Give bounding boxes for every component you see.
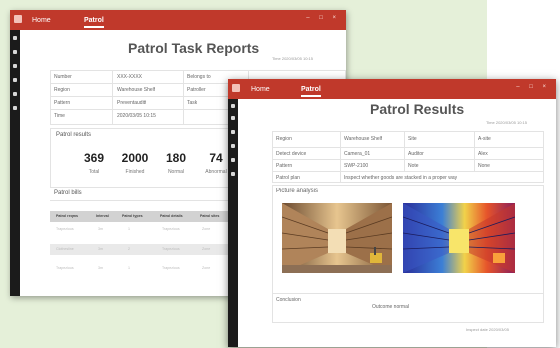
region-value: Warehouse Shelf [344,136,383,142]
row-cell: Trapezious [56,227,74,231]
report-icon[interactable] [231,144,235,148]
col-interval[interactable]: Interval [96,214,109,218]
user-icon[interactable] [13,50,17,54]
chart-icon[interactable] [13,92,17,96]
row-cell: 1 [128,266,130,270]
home-icon[interactable] [231,104,235,108]
settings-icon[interactable] [231,172,235,176]
sidebar [228,99,238,347]
device-label: Detect device [276,151,307,157]
chart-icon[interactable] [231,158,235,162]
row-cell: Clothesline [56,247,74,251]
app-icon [14,15,22,23]
row-cell: 3m [98,247,103,251]
row-cell: Zone [202,247,211,251]
home-icon[interactable] [13,36,17,40]
time-label: Time [54,113,65,119]
picture-label: Picture analysis [276,188,319,194]
app-icon [232,84,240,92]
report-icon[interactable] [13,78,17,82]
stat-finished-value: 2000 [121,151,149,165]
stat-total-label: Total [88,169,100,175]
patrol-results-window: Home Patrol ‒ □ × Patrol Results Time 20… [228,79,556,347]
time-value: 2020/03/05 10:15 [117,113,156,119]
plan-value: Inspect whether goods are stacked in a p… [344,175,458,181]
thermal-photo[interactable] [403,203,515,273]
page-title: Patrol Task Reports [128,40,260,56]
pattern-value: Preventauditt [117,100,147,106]
nav-home[interactable]: Home [251,86,270,93]
title-bar: Home Patrol ‒ □ × [228,79,556,99]
bills-label: Patrol bills [54,190,82,196]
warehouse-photo[interactable] [282,203,392,273]
conclusion-label: Conclusion [276,297,301,303]
pattern-label: Pattern [54,100,71,106]
list-icon[interactable] [231,130,235,134]
row-cell: Zone [202,266,211,270]
site-label: Site [408,136,417,142]
row-cell: Trapezious [56,266,74,270]
note-label: Note [408,163,419,169]
col-sites[interactable]: Patrol sites [200,214,219,218]
belongs-label: Belongs to [187,74,211,80]
site-value: A-site [478,136,491,142]
region-label: Region [276,136,292,142]
note-value: None [478,163,490,169]
row-cell: Trapezious [162,247,180,251]
nav-home[interactable]: Home [32,17,51,24]
stat-normal-label: Normal [167,169,185,175]
task-label: Task [187,100,198,106]
user-icon[interactable] [231,116,235,120]
row-cell: Trapezious [162,266,180,270]
row-cell: 1 [128,227,130,231]
nav-patrol[interactable]: Patrol [84,17,104,28]
inspect-date: Inspect date 2020/03/05 [466,327,509,332]
region-value: Warehouse Shelf [117,87,156,93]
conclusion-value: Outcome normal [372,304,409,310]
stat-total-value: 369 [83,151,105,165]
page-title: Patrol Results [370,101,465,117]
window-controls[interactable]: ‒ □ × [516,84,550,90]
row-cell: Trapezious [162,227,180,231]
auditor-value: Alex [478,151,488,157]
report-meta: Time 2020/03/05 10:15 [272,56,313,61]
row-cell: 3m [98,227,103,231]
pattern-label: Pattern [276,163,293,169]
sidebar [10,30,20,296]
number-value: XXX-XXXX [117,74,143,80]
pattern-value: SWP-2100 [344,163,369,169]
list-icon[interactable] [13,64,17,68]
row-cell: Zone [202,227,211,231]
col-reqms[interactable]: Patrol reqms [56,214,78,218]
window-controls[interactable]: ‒ □ × [306,15,340,21]
auditor-label: Auditor [408,151,424,157]
nav-patrol[interactable]: Patrol [301,86,321,97]
col-details[interactable]: Patrol details [160,214,183,218]
device-value: Camera_01 [344,151,371,157]
number-label: Number [54,74,72,80]
col-types[interactable]: Patrol types [122,214,143,218]
patroller-label: Patroller [187,87,206,93]
stat-normal-value: 180 [165,151,187,165]
row-cell: 2 [128,247,130,251]
report-meta: Time 2020/03/05 10:15 [486,120,527,125]
results-label: Patrol results [56,132,92,138]
title-bar: Home Patrol ‒ □ × [10,10,346,30]
plan-label: Patrol plan [276,175,300,181]
stat-finished-label: Finished [125,169,145,175]
region-label: Region [54,87,70,93]
row-cell: 3m [98,266,103,270]
settings-icon[interactable] [13,106,17,110]
